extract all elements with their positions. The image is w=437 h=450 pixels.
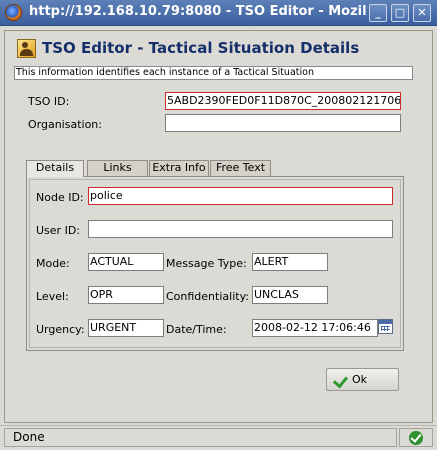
status-text: Done bbox=[4, 428, 397, 447]
node-id-label: Node ID: bbox=[36, 191, 84, 204]
close-button[interactable]: ✕ bbox=[413, 4, 431, 22]
datetime-label: Date/Time: bbox=[166, 323, 227, 336]
mode-label: Mode: bbox=[36, 257, 70, 270]
tso-id-label: TSO ID: bbox=[28, 95, 70, 108]
datetime-field[interactable]: 2008-02-12 17:06:46 bbox=[252, 319, 378, 337]
maximize-button[interactable]: □ bbox=[391, 4, 409, 22]
info-text: This information identifies each instanc… bbox=[14, 66, 413, 80]
dialog-header: TSO Editor - Tactical Situation Details bbox=[17, 37, 359, 59]
level-field[interactable]: OPR bbox=[88, 286, 164, 304]
tab-details[interactable]: Details bbox=[26, 160, 84, 177]
level-label: Level: bbox=[36, 290, 69, 303]
organisation-label: Organisation: bbox=[28, 118, 102, 131]
tab-links[interactable]: Links bbox=[87, 160, 148, 176]
minimize-button[interactable]: _ bbox=[369, 4, 387, 22]
urgency-label: Urgency: bbox=[36, 323, 85, 336]
dialog-heading: TSO Editor - Tactical Situation Details bbox=[42, 39, 360, 57]
tso-editor-icon bbox=[17, 38, 36, 58]
mode-field[interactable]: ACTUAL bbox=[88, 253, 164, 271]
ok-button[interactable]: Ok bbox=[326, 368, 399, 391]
organisation-field[interactable] bbox=[165, 114, 401, 132]
urgency-field[interactable]: URGENT bbox=[88, 319, 164, 337]
confidentiality-field[interactable]: UNCLAS bbox=[252, 286, 328, 304]
tab-extra-info[interactable]: Extra Info bbox=[149, 160, 209, 176]
checkmark-icon bbox=[333, 374, 347, 386]
tso-id-field[interactable]: 5ABD2390FED0F11D870C_200802121706 bbox=[165, 92, 401, 110]
user-id-field[interactable] bbox=[88, 220, 393, 238]
tso-editor-dialog: TSO Editor - Tactical Situation Details … bbox=[4, 30, 433, 423]
status-ok-icon bbox=[409, 431, 423, 445]
calendar-icon[interactable] bbox=[378, 319, 393, 334]
node-id-field[interactable]: police bbox=[88, 187, 393, 205]
status-bar: Done bbox=[0, 425, 437, 450]
window-titlebar[interactable]: http://192.168.10.79:8080 - TSO Editor -… bbox=[0, 0, 437, 26]
tab-free-text[interactable]: Free Text bbox=[210, 160, 271, 176]
message-type-label: Message Type: bbox=[166, 257, 247, 270]
ok-button-label: Ok bbox=[352, 373, 368, 386]
details-panel: Node ID: police User ID: Mode: ACTUAL Me… bbox=[26, 176, 404, 351]
firefox-icon bbox=[5, 4, 22, 21]
window-title: http://192.168.10.79:8080 - TSO Editor -… bbox=[29, 4, 367, 19]
message-type-field[interactable]: ALERT bbox=[252, 253, 328, 271]
status-indicator bbox=[399, 428, 433, 447]
user-id-label: User ID: bbox=[36, 224, 80, 237]
confidentiality-label: Confidentiality: bbox=[166, 290, 249, 303]
